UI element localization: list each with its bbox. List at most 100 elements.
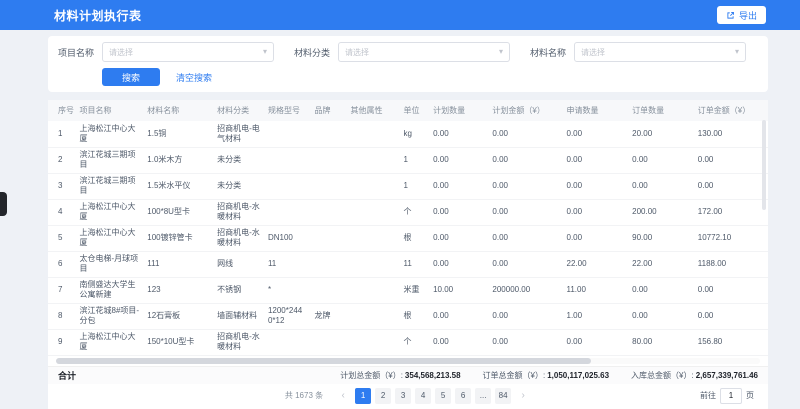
table-cell [347,329,400,355]
table-cell: 200000.00 [488,277,562,303]
table-cell [347,251,400,277]
table-cell [311,251,347,277]
table-cell [311,199,347,225]
table-cell: 100镀锌管卡 [143,225,213,251]
table-row: 7南侧盛达大学生公寓新建123不锈钢*米重10.00200000.0011.00… [48,277,768,303]
page-button[interactable]: 5 [435,388,451,404]
page-button[interactable]: 6 [455,388,471,404]
table-cell: 滨江花城三期项目 [76,147,144,173]
material-select[interactable]: 请选择 ▾ [574,42,746,62]
table-cell [264,147,311,173]
table-cell: 12石膏板 [143,303,213,329]
table-row: 3滨江花城三期项目1.5米水平仪未分类10.000.000.000.000.00 [48,173,768,199]
table-row: 8滨江花城8#项目-分包12石膏板墙面辅材料1200*2440*12龙牌根0.0… [48,303,768,329]
table-cell: 1.5米水平仪 [143,173,213,199]
table-cell: 0.00 [429,225,488,251]
column-header: 材料名称 [143,100,213,121]
table-cell: 130.00 [694,121,768,147]
table-cell: 0.00 [628,173,694,199]
filter-actions: 搜索 清空搜索 [58,68,758,86]
table-cell: 1 [48,121,76,147]
table-cell [347,147,400,173]
table-cell: 20.00 [628,121,694,147]
search-button[interactable]: 搜索 [102,68,160,86]
project-select[interactable]: 请选择 ▾ [102,42,274,62]
summary-row: 合计 计划总金额（¥）:354,568,213.58 订单总金额（¥）:1,05… [48,366,768,384]
table-cell: 111 [143,251,213,277]
table-cell: 80.00 [628,329,694,355]
table-cell: 0.00 [563,147,629,173]
table-cell: 0.00 [429,173,488,199]
table-cell: 0.00 [563,329,629,355]
category-select[interactable]: 请选择 ▾ [338,42,510,62]
table-cell [311,225,347,251]
table-cell: 5 [48,225,76,251]
table-cell [347,303,400,329]
table-cell: 0.00 [694,277,768,303]
table-cell: 10.00 [429,277,488,303]
table-cell: 90.00 [628,225,694,251]
page-button[interactable]: 2 [375,388,391,404]
table-cell: 0.00 [563,199,629,225]
clear-search-button[interactable]: 清空搜索 [176,71,212,84]
table-cell [264,329,311,355]
horizontal-scrollbar-thumb[interactable] [56,358,591,364]
column-header: 订单金额（¥） [694,100,768,121]
table-cell: 0.00 [628,277,694,303]
table-cell: 0.00 [429,121,488,147]
app-header: 材料计划执行表 导出 [0,0,800,30]
table-cell: 172.00 [694,199,768,225]
table-cell: 招商机电-水暖材料 [213,225,264,251]
filter-project: 项目名称 请选择 ▾ [58,42,274,62]
page-button[interactable]: 1 [355,388,371,404]
vertical-scrollbar[interactable] [762,120,766,350]
column-header: 材料分类 [213,100,264,121]
table-cell: 6 [48,251,76,277]
page-title: 材料计划执行表 [54,7,142,24]
table-cell: 0.00 [429,303,488,329]
table-cell: 100*8U型卡 [143,199,213,225]
page-button[interactable]: 84 [495,388,511,404]
page-button[interactable]: 3 [395,388,411,404]
total-count: 共 1673 条 [285,390,323,401]
table-cell: 150*10U型卡 [143,329,213,355]
table-cell: 1.0米木方 [143,147,213,173]
pager-ellipsis[interactable]: ... [475,388,491,404]
horizontal-scrollbar[interactable] [56,358,760,364]
table-cell: 0.00 [628,303,694,329]
table-cell [347,121,400,147]
summary-totals: 计划总金额（¥）:354,568,213.58 订单总金额（¥）:1,050,1… [340,370,758,381]
prev-page-button[interactable]: ‹ [335,388,351,404]
table-cell: 0.00 [488,199,562,225]
filter-row: 项目名称 请选择 ▾ 材料分类 请选择 ▾ 材料名称 请选择 ▾ [58,42,758,62]
export-button[interactable]: 导出 [717,6,766,24]
table-cell: 0.00 [429,251,488,277]
filter-panel: 项目名称 请选择 ▾ 材料分类 请选择 ▾ 材料名称 请选择 ▾ [48,36,768,92]
table-cell: 不锈钢 [213,277,264,303]
table-cell: 0.00 [488,225,562,251]
vertical-scrollbar-thumb[interactable] [762,120,766,210]
table-cell: 0.00 [694,147,768,173]
table-cell: 11 [399,251,429,277]
column-header: 规格型号 [264,100,311,121]
table-cell: 0.00 [488,121,562,147]
table-header-row: 序号项目名称材料名称材料分类规格型号品牌其他属性单位计划数量计划金额（¥）申请数… [48,100,768,121]
goto-page-input[interactable] [720,388,742,404]
project-filter-label: 项目名称 [58,46,94,59]
table-cell: 1.5铜 [143,121,213,147]
column-header: 序号 [48,100,76,121]
next-page-button[interactable]: › [515,388,531,404]
column-header: 申请数量 [563,100,629,121]
table-cell: 滨江花城三期项目 [76,173,144,199]
table-cell: 0.00 [429,329,488,355]
order-total: 订单总金额（¥）:1,050,117,025.63 [483,370,610,381]
sidebar-toggle[interactable] [0,192,7,216]
table-cell: 未分类 [213,173,264,199]
page-button[interactable]: 4 [415,388,431,404]
table-cell: 个 [399,329,429,355]
table-cell [347,173,400,199]
table-cell [347,277,400,303]
table-cell: 1 [399,173,429,199]
filter-category: 材料分类 请选择 ▾ [294,42,510,62]
table-row: 2滨江花城三期项目1.0米木方未分类10.000.000.000.000.00 [48,147,768,173]
